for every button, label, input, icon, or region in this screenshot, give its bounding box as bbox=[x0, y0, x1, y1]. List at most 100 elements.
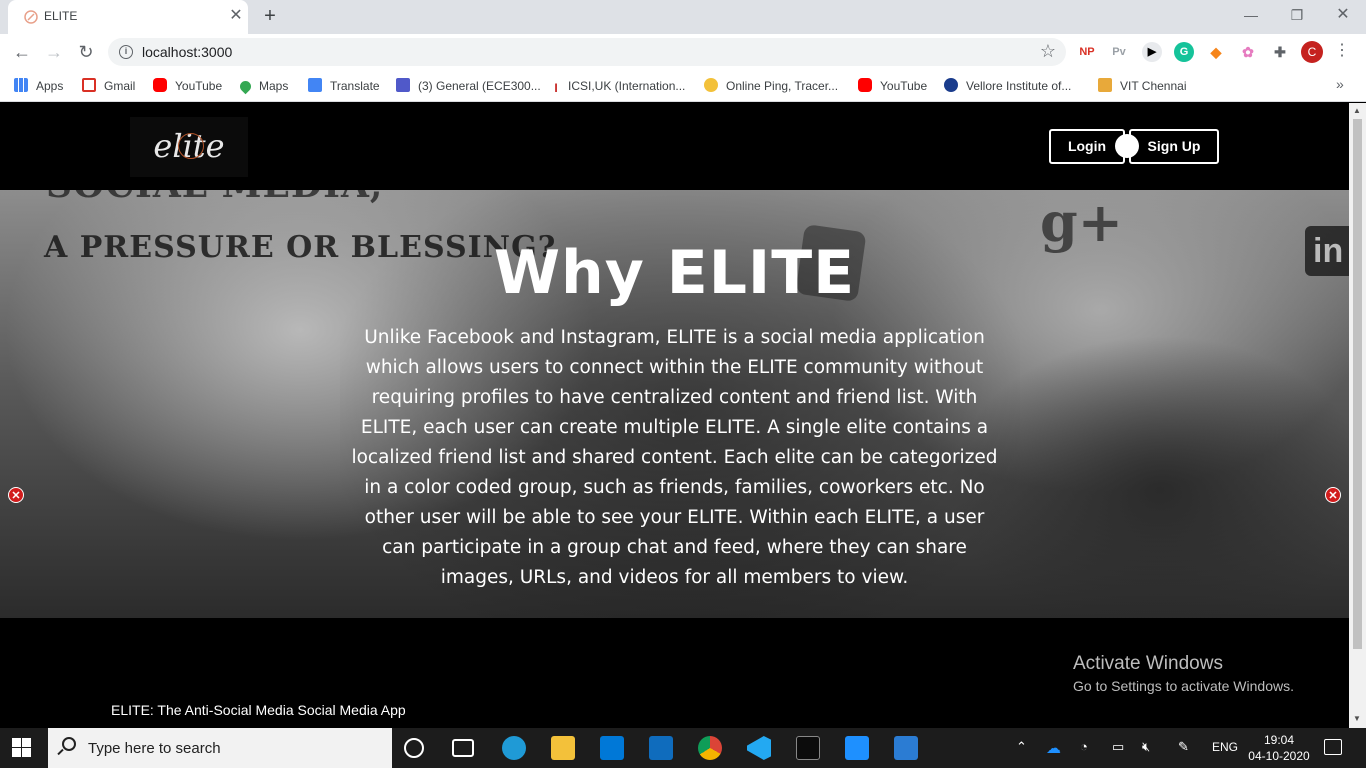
site-logo[interactable]: elite bbox=[130, 117, 248, 177]
bookmark-apps[interactable]: Apps bbox=[14, 77, 63, 95]
bookmark-label: Maps bbox=[259, 79, 289, 93]
taskbar-search-box[interactable]: Type here to search bbox=[48, 728, 392, 768]
cortana-icon[interactable] bbox=[404, 738, 424, 758]
login-button[interactable]: Login bbox=[1049, 129, 1125, 164]
site-footer: Activate Windows Go to Settings to activ… bbox=[0, 618, 1349, 728]
scrollbar-thumb[interactable] bbox=[1353, 119, 1362, 649]
translate-icon bbox=[308, 78, 322, 92]
bookmark-label: Vellore Institute of... bbox=[966, 79, 1072, 93]
bookmark-vit-chennai[interactable]: VIT Chennai bbox=[1098, 77, 1187, 95]
bookmark-translate[interactable]: Translate bbox=[308, 77, 380, 95]
maps-icon bbox=[237, 78, 254, 95]
pen-icon[interactable]: ✎ bbox=[1178, 739, 1189, 755]
new-tab-button[interactable]: + bbox=[258, 4, 282, 28]
bookmark-vit[interactable]: Vellore Institute of... bbox=[944, 77, 1071, 95]
tray-expand-icon[interactable]: ⌃ bbox=[1016, 739, 1027, 755]
notification-icon[interactable] bbox=[1324, 739, 1342, 755]
bookmark-label: Translate bbox=[330, 79, 380, 93]
youtube-icon bbox=[858, 78, 872, 92]
site-favicon-icon bbox=[24, 10, 38, 24]
activate-windows-subtitle: Go to Settings to activate Windows. bbox=[1073, 678, 1294, 694]
chrome-icon[interactable] bbox=[698, 736, 722, 760]
ping-icon bbox=[704, 78, 718, 92]
more-bookmarks-icon[interactable]: » bbox=[1336, 76, 1344, 92]
bookmarks-bar: Apps Gmail YouTube Maps Translate (3) Ge… bbox=[0, 70, 1366, 102]
windows-taskbar: Type here to search ⌃ ☁ ◔ ▭ 🔇︎ ✎ ENG 19:… bbox=[0, 728, 1366, 768]
hero-section: SOCIAL MEDIA, A PRESSURE OR BLESSING? g+… bbox=[0, 190, 1349, 618]
store-icon[interactable] bbox=[600, 736, 624, 760]
terminal-icon[interactable] bbox=[796, 736, 820, 760]
scroll-down-icon[interactable]: ▼ bbox=[1353, 714, 1361, 723]
bookmark-label: Online Ping, Tracer... bbox=[726, 79, 839, 93]
language-indicator[interactable]: ENG bbox=[1212, 740, 1238, 754]
wifi-icon[interactable]: ◔ bbox=[1080, 739, 1088, 754]
page-viewport: elite Login Sign Up SOCIAL MEDIA, A PRES… bbox=[0, 103, 1349, 728]
close-icon[interactable]: ✕ bbox=[1325, 487, 1341, 503]
media-player-icon[interactable] bbox=[845, 736, 869, 760]
edge-icon[interactable] bbox=[502, 736, 526, 760]
bookmark-gmail[interactable]: Gmail bbox=[82, 77, 135, 95]
bookmark-teams[interactable]: (3) General (ECE300... bbox=[396, 77, 541, 95]
grammarly-icon[interactable]: G bbox=[1174, 42, 1194, 62]
taskbar-clock[interactable]: 19:04 04-10-2020 bbox=[1248, 732, 1310, 764]
page-scrollbar[interactable]: ▲ ▼ bbox=[1349, 103, 1366, 728]
bookmark-maps[interactable]: Maps bbox=[237, 77, 289, 95]
vit-chennai-icon bbox=[1098, 78, 1112, 92]
youtube-icon bbox=[153, 78, 167, 92]
tab-title: ELITE bbox=[44, 9, 78, 23]
site-info-icon[interactable]: i bbox=[119, 45, 133, 59]
minimize-button[interactable]: — bbox=[1228, 2, 1274, 30]
browser-menu-icon[interactable]: ⋮ bbox=[1334, 40, 1350, 60]
forward-button[interactable]: → bbox=[42, 40, 66, 64]
extension-np-icon[interactable]: NP bbox=[1077, 42, 1097, 62]
teams-icon bbox=[396, 78, 410, 92]
file-explorer-icon[interactable] bbox=[551, 736, 575, 760]
hero-title: Why ELITE bbox=[493, 238, 856, 308]
browser-tab[interactable]: ELITE ✕ bbox=[8, 0, 248, 34]
back-button[interactable]: ← bbox=[10, 40, 34, 64]
tab-close-icon[interactable]: ✕ bbox=[226, 6, 246, 26]
gmail-icon bbox=[82, 78, 96, 92]
bookmark-youtube-2[interactable]: YouTube bbox=[858, 77, 927, 95]
clock-date: 04-10-2020 bbox=[1248, 749, 1310, 763]
windows-start-icon[interactable] bbox=[12, 738, 32, 758]
bookmark-icsi[interactable]: I ICSI,UK (Internation... bbox=[552, 77, 685, 95]
mail-icon[interactable] bbox=[649, 736, 673, 760]
scroll-up-icon[interactable]: ▲ bbox=[1353, 106, 1361, 115]
bookmark-label: VIT Chennai bbox=[1120, 79, 1187, 93]
bookmark-star-icon[interactable]: ☆ bbox=[1040, 41, 1056, 62]
extension-pv-icon[interactable]: Pv bbox=[1109, 42, 1129, 62]
bookmark-youtube[interactable]: YouTube bbox=[153, 77, 222, 95]
vit-icon bbox=[944, 78, 958, 92]
footer-tagline: ELITE: The Anti-Social Media Social Medi… bbox=[111, 702, 406, 718]
icsi-icon: I bbox=[554, 81, 558, 95]
volume-muted-icon[interactable]: 🔇︎ bbox=[1142, 739, 1150, 755]
onedrive-icon[interactable]: ☁ bbox=[1046, 739, 1061, 757]
toggle-dot-icon[interactable] bbox=[1115, 134, 1139, 158]
vscode-icon[interactable] bbox=[747, 736, 771, 760]
extension-jellyfish-icon[interactable]: ✿ bbox=[1238, 42, 1258, 62]
restore-button[interactable]: ❐ bbox=[1274, 2, 1320, 30]
extensions-puzzle-icon[interactable]: ✚ bbox=[1270, 42, 1290, 62]
hero-background-text: SOCIAL MEDIA, bbox=[46, 190, 383, 206]
address-bar[interactable]: i localhost:3000 ☆ bbox=[108, 38, 1066, 66]
url-text[interactable]: localhost:3000 bbox=[142, 44, 232, 60]
metamask-icon[interactable]: ◆ bbox=[1206, 42, 1226, 62]
battery-icon[interactable]: ▭ bbox=[1112, 739, 1124, 755]
bookmark-label: ICSI,UK (Internation... bbox=[568, 79, 686, 93]
bookmark-label: Apps bbox=[36, 79, 64, 93]
search-placeholder: Type here to search bbox=[88, 740, 221, 757]
bookmark-label: (3) General (ECE300... bbox=[418, 79, 541, 93]
apps-grid-icon bbox=[14, 78, 28, 92]
profile-avatar[interactable]: C bbox=[1301, 41, 1323, 63]
photos-icon[interactable] bbox=[894, 736, 918, 760]
bookmark-ping[interactable]: Online Ping, Tracer... bbox=[704, 77, 838, 95]
close-icon[interactable]: ✕ bbox=[8, 487, 24, 503]
task-view-icon[interactable] bbox=[452, 739, 474, 757]
search-icon bbox=[62, 737, 76, 751]
extension-player-icon[interactable]: ▶ bbox=[1142, 42, 1162, 62]
site-header: elite Login Sign Up bbox=[0, 103, 1349, 190]
signup-button[interactable]: Sign Up bbox=[1129, 129, 1219, 164]
reload-button[interactable]: ↻ bbox=[74, 40, 98, 64]
close-window-button[interactable]: ✕ bbox=[1320, 2, 1366, 30]
